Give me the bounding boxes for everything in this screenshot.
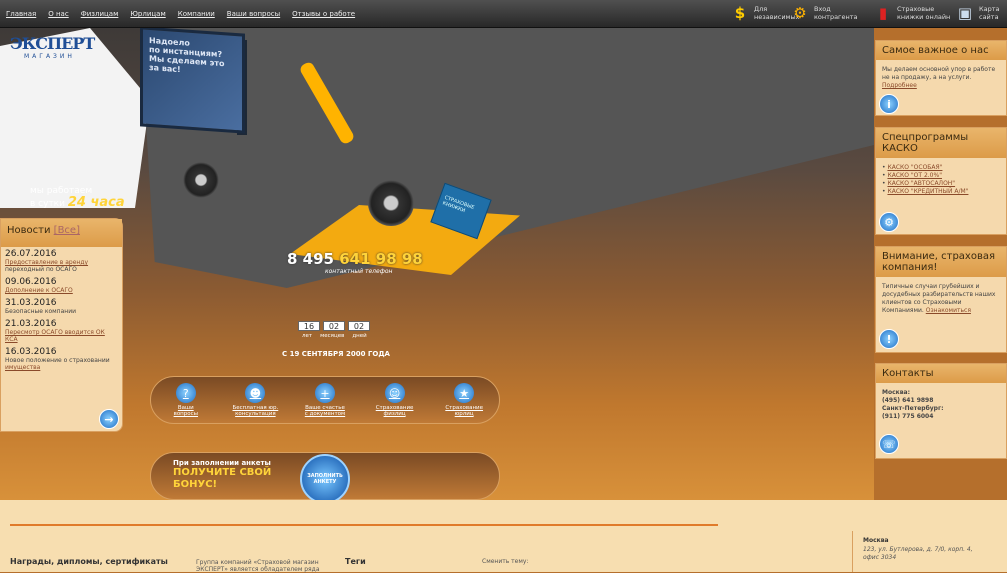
logo[interactable]: ЭКСПЕРТ МАГАЗИН [10, 34, 95, 70]
action-legal-insurance[interactable]: ★ Страхование юрлиц [432, 383, 496, 417]
news-link[interactable]: имущества [5, 364, 40, 371]
nav-link-about[interactable]: О нас [48, 10, 68, 18]
footer-choose-theme[interactable]: Сменить тему: [482, 558, 528, 565]
nav-link-home[interactable]: Главная [6, 10, 36, 18]
kasko-item[interactable]: • КАСКО "АВТОСАЛОН" [882, 180, 1000, 188]
question-icon: ? [175, 383, 196, 403]
dollar-icon: $ [734, 4, 746, 22]
top-bar: Главная О нас Физлицам Юрлицам Компании … [0, 0, 1007, 28]
footer-office: офис 3034 [863, 554, 897, 561]
action-documents[interactable]: + Ваше счастье с документом [293, 383, 357, 417]
top-nav: Главная О нас Физлицам Юрлицам Компании … [6, 10, 355, 18]
footer-city: Москва [863, 537, 889, 544]
nav-link-individuals[interactable]: Физлицам [81, 10, 119, 18]
quick-link-books[interactable]: ▮ Страховые книжки онлайн [873, 3, 950, 23]
side-panel-contacts: Контакты Москва: (495) 641 9898 Санкт-Пе… [875, 363, 1007, 459]
people-icon: ★ [454, 383, 475, 403]
footer-awards[interactable]: Награды, дипломы, сертификаты [10, 557, 168, 566]
phone-number: 8 495 641 98 98 [287, 250, 423, 268]
nav-link-questions[interactable]: Ваши вопросы [227, 10, 280, 18]
tire-illustration [368, 180, 414, 226]
book-icon: ▮ [878, 4, 888, 22]
side-panel-warning: Внимание, страховая компания! Типичные с… [875, 246, 1007, 353]
person-icon: ☺ [384, 383, 405, 403]
billboard: Надоело по инстанциям? Мы сделаем это за… [140, 26, 245, 134]
wheel-icon[interactable]: ⚙ [879, 212, 899, 232]
footer-tags: Теги [345, 557, 366, 566]
news-header: Новости [Все] [1, 219, 122, 247]
nav-link-reviews[interactable]: Отзывы о работе [292, 10, 355, 18]
news-item: 09.06.2016 Дополнение к ОСАГО [5, 277, 73, 294]
map-icon: ▣ [957, 4, 973, 22]
counter-labels: лет месяцев дней [302, 333, 367, 339]
footer-separator [852, 531, 853, 572]
action-individual-insurance[interactable]: ☺ Страхование физлиц [363, 383, 427, 417]
since-date: С 19 СЕНТЯБРЯ 2000 ГОДА [282, 350, 390, 358]
news-item: 31.03.2016 Безопасные компании [5, 298, 76, 315]
phone-caption: контактный телефон [325, 268, 393, 275]
quick-link-sitemap[interactable]: ▣ Карта сайта [955, 3, 1000, 23]
warning-more-link[interactable]: Ознакомиться [926, 307, 971, 314]
news-item: 26.07.2016 Предоставление в аренду перех… [5, 249, 89, 273]
action-questions[interactable]: ? Ваши вопросы [154, 383, 218, 417]
arrow-icon[interactable]: → [99, 409, 119, 429]
news-item: 16.03.2016 Новое положение о страховании… [5, 347, 110, 371]
quick-link-login[interactable]: ⚙ Вход контрагента [790, 3, 857, 23]
news-link[interactable]: Предоставление в аренду [5, 259, 88, 266]
kasko-item[interactable]: • КАСКО "ОТ 2.0%" [882, 172, 1000, 180]
news-item: 21.03.2016 Пересмотр ОСАГО вводится ОК К… [5, 319, 105, 343]
plus-icon: + [314, 383, 335, 403]
car-icon: ⚙ [793, 4, 807, 22]
news-link[interactable]: Пересмотр ОСАГО вводится ОК КСА [5, 329, 105, 343]
nav-link-legal[interactable]: Юрлицам [130, 10, 165, 18]
info-icon[interactable]: i [879, 94, 899, 114]
warning-icon[interactable]: ! [879, 329, 899, 349]
footer-divider [10, 524, 718, 526]
footer-group-text: Группа компаний «Страховой магазин ЭКСПЕ… [196, 559, 320, 573]
action-bar: ? Ваши вопросы ☻ Бесплатная юр. консульт… [150, 376, 500, 424]
kasko-item[interactable]: • КАСКО "ОСОБАЯ" [882, 164, 1000, 172]
person-icon: ☻ [245, 383, 266, 403]
news-panel: Новости [Все] 26.07.2016 Предоставление … [0, 218, 123, 432]
footer-address: 123, ул. Бутлерова, д. 7/0, корп. 4, [863, 546, 973, 553]
side-panel-about: Самое важное о нас Мы делаем основной уп… [875, 40, 1007, 116]
fill-form-button[interactable]: ЗАПОЛНИТЬ АНКЕТУ [300, 454, 350, 504]
news-link[interactable]: Дополнение к ОСАГО [5, 287, 73, 294]
news-all-link[interactable]: [Все] [54, 225, 80, 236]
tire-illustration [183, 162, 219, 198]
kasko-item[interactable]: • КАСКО "КРЕДИТНЫЙ А/М" [882, 188, 1000, 196]
nav-link-companies[interactable]: Компании [178, 10, 215, 18]
side-panel-kasko: Спецпрограммы КАСКО • КАСКО "ОСОБАЯ" • К… [875, 127, 1007, 235]
years-counter: 16 02 02 [298, 321, 370, 331]
phone-icon[interactable]: ☏ [879, 434, 899, 454]
working-hours: мы работаем в сутки 24 часа [30, 186, 125, 210]
about-more-link[interactable]: Подробнее [882, 82, 917, 89]
action-legal-consult[interactable]: ☻ Бесплатная юр. консультация [223, 383, 287, 417]
